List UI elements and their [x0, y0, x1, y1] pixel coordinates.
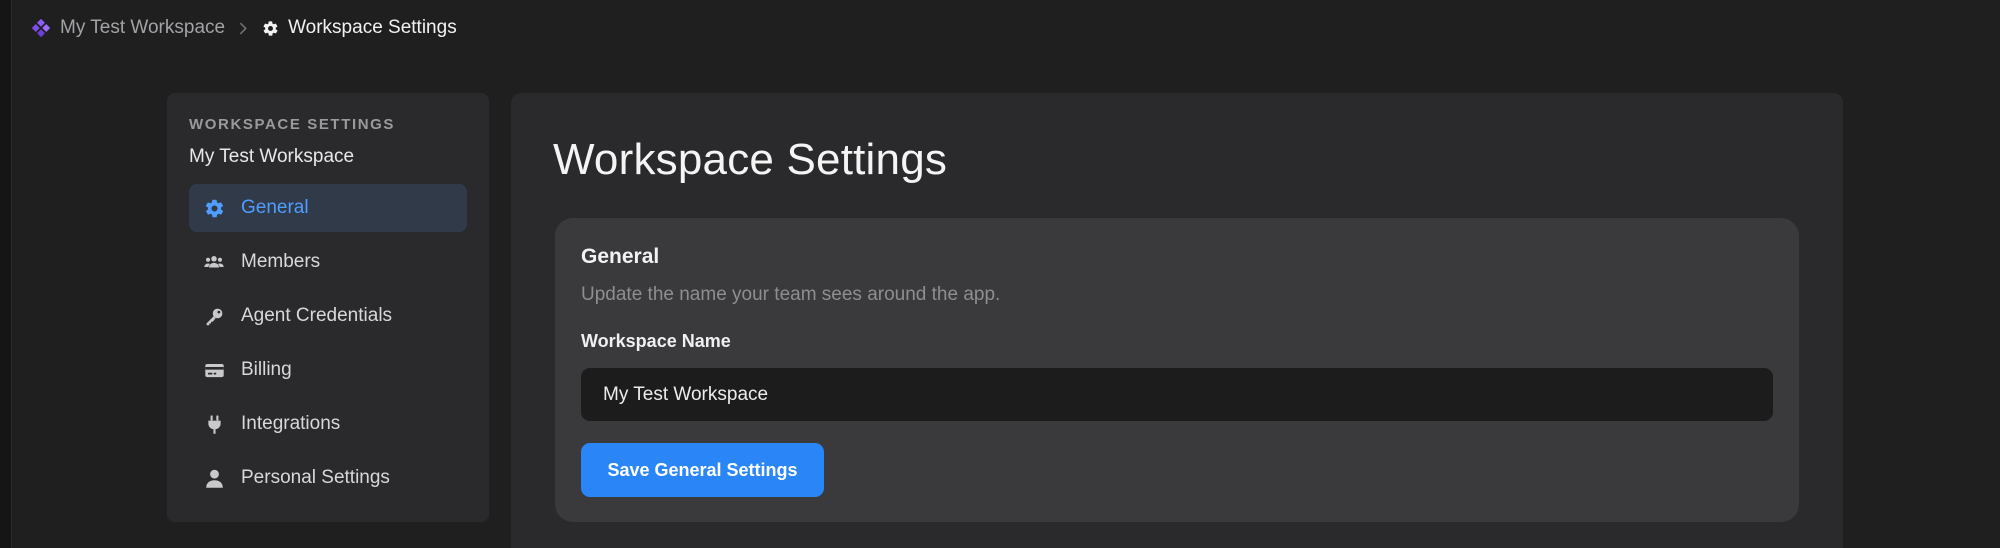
sidebar-item-personal-settings[interactable]: Personal Settings — [189, 454, 467, 502]
sidebar-item-integrations[interactable]: Integrations — [189, 400, 467, 448]
chevron-right-icon — [239, 22, 248, 35]
sidebar-item-general[interactable]: General — [189, 184, 467, 232]
sidebar-item-agent-credentials[interactable]: Agent Credentials — [189, 292, 467, 340]
general-settings-card: General Update the name your team sees a… — [555, 218, 1799, 522]
app-window: My Test Workspace Workspace Settings WOR… — [0, 0, 2000, 548]
sidebar-workspace-name: My Test Workspace — [189, 146, 355, 167]
sidebar-nav: General Members Agent Credentials Billin… — [189, 184, 467, 508]
sidebar-item-label: Billing — [241, 359, 292, 380]
sidebar-item-label: Integrations — [241, 413, 341, 434]
sidebar-item-members[interactable]: Members — [189, 238, 467, 286]
card-description: Update the name your team sees around th… — [581, 284, 1001, 305]
sidebar-section-label: WORKSPACE SETTINGS — [189, 116, 396, 133]
key-icon — [203, 305, 225, 327]
sidebar-item-label: General — [241, 197, 309, 218]
breadcrumb: My Test Workspace Workspace Settings — [32, 14, 457, 42]
save-general-settings-button[interactable]: Save General Settings — [581, 443, 824, 497]
users-icon — [203, 251, 225, 273]
main-panel: Workspace Settings General Update the na… — [511, 93, 1843, 548]
settings-sidebar: WORKSPACE SETTINGS My Test Workspace Gen… — [167, 93, 489, 522]
sidebar-item-label: Personal Settings — [241, 467, 390, 488]
left-rail — [0, 0, 12, 548]
breadcrumb-workspace-link[interactable]: My Test Workspace — [60, 17, 225, 39]
user-icon — [203, 467, 225, 489]
sidebar-item-billing[interactable]: Billing — [189, 346, 467, 394]
breadcrumb-current: Workspace Settings — [288, 17, 457, 38]
page-title: Workspace Settings — [553, 135, 948, 184]
gear-icon — [203, 197, 225, 219]
gear-icon — [262, 20, 279, 37]
card-title: General — [581, 245, 660, 268]
sidebar-item-label: Members — [241, 251, 321, 272]
credit-card-icon — [203, 359, 225, 381]
workspace-name-label: Workspace Name — [581, 331, 731, 351]
workspace-diamond-icon — [32, 19, 50, 37]
plug-icon — [203, 413, 225, 435]
workspace-name-input[interactable] — [581, 368, 1773, 421]
sidebar-item-label: Agent Credentials — [241, 305, 393, 326]
